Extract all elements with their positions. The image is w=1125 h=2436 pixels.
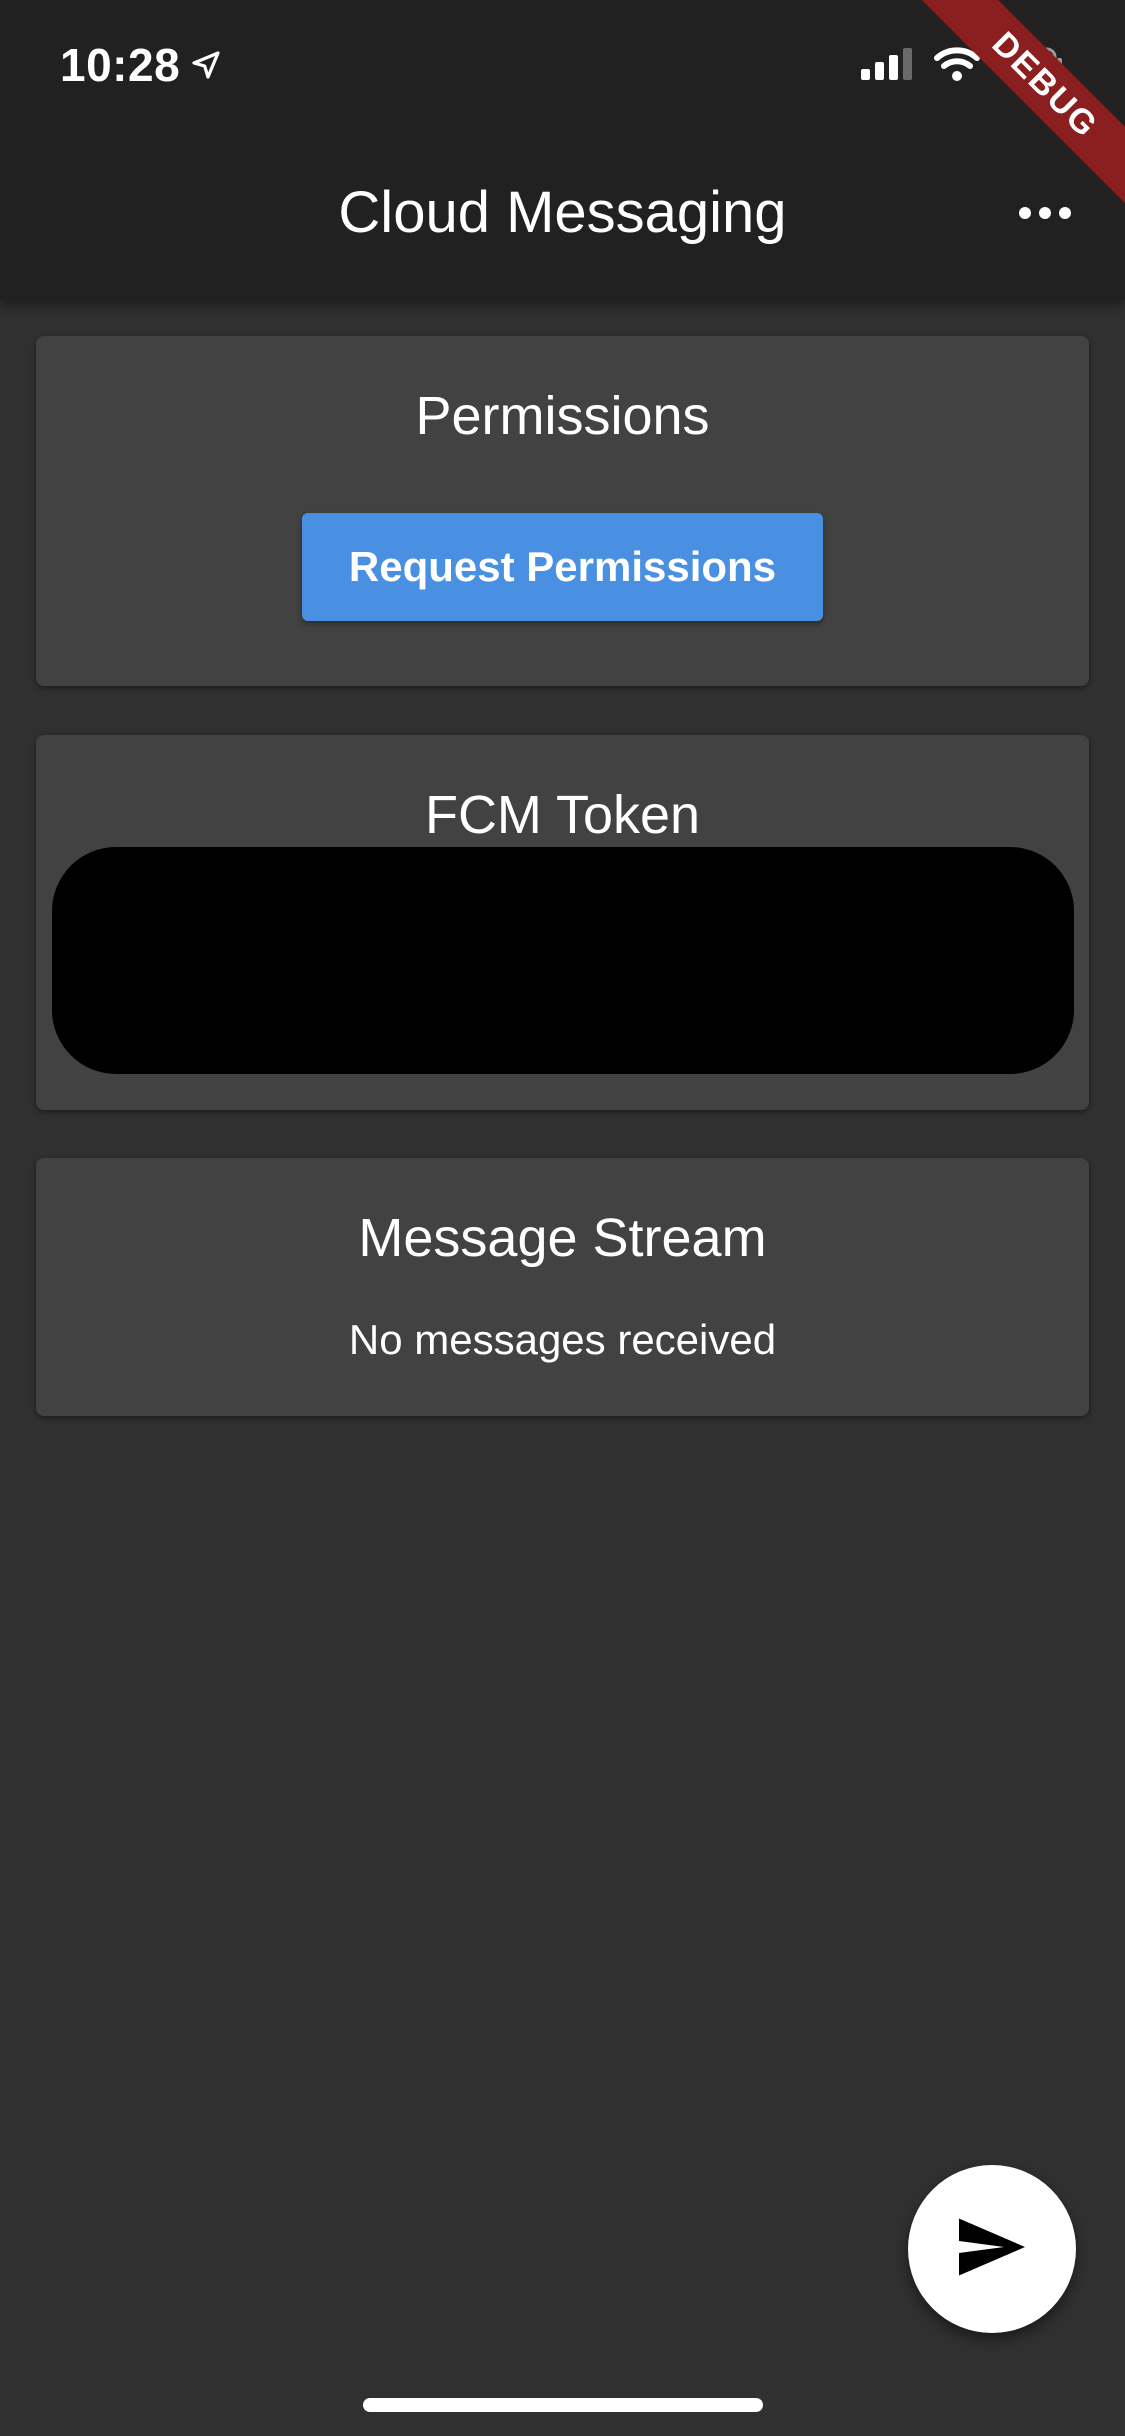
more-horizontal-icon [1018, 206, 1072, 225]
app-bar: 10:28 Cloud Messaging [0, 0, 1125, 300]
send-message-fab[interactable] [908, 2165, 1076, 2333]
location-arrow-icon [190, 38, 222, 92]
home-indicator[interactable] [363, 2398, 763, 2412]
fcm-token-value-redacted [52, 847, 1074, 1074]
message-stream-title: Message Stream [358, 1208, 767, 1268]
cellular-signal-icon [859, 47, 915, 86]
more-menu-button[interactable] [1005, 190, 1085, 240]
status-time: 10:28 [60, 38, 222, 92]
message-stream-empty-text: No messages received [348, 1316, 777, 1363]
send-icon [956, 2215, 1028, 2284]
page-title: Cloud Messaging [338, 180, 787, 245]
request-permissions-button[interactable]: Request Permissions [302, 513, 823, 621]
status-time-label: 10:28 [60, 39, 181, 91]
message-stream-card [36, 1158, 1089, 1416]
permissions-title: Permissions [415, 386, 710, 446]
fcm-token-title: FCM Token [424, 785, 701, 845]
